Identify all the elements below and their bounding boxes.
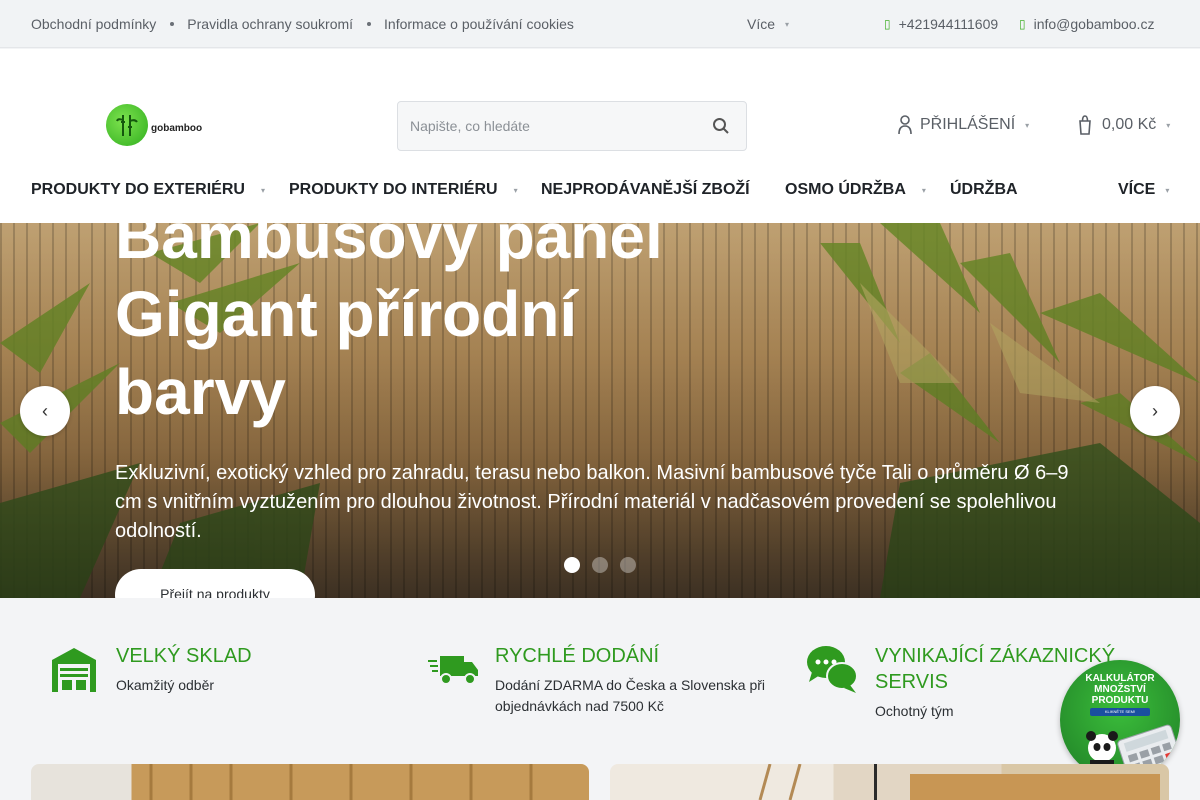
phone-link[interactable]: ▯ +421944111609 — [884, 0, 998, 48]
delivery-truck-icon — [428, 656, 478, 685]
phone-number: +421944111609 — [898, 16, 999, 32]
login-label: PŘIHLÁŠENÍ — [920, 116, 1016, 133]
nav-item-label: PRODUKTY DO EXTERIÉRU — [31, 181, 245, 198]
nav-item-label: PRODUKTY DO INTERIÉRU — [289, 181, 498, 198]
category-tile-image — [149, 764, 533, 800]
topbar-more-dropdown[interactable]: Více ▾ — [747, 0, 789, 48]
email-link[interactable]: ▯ info@gobamboo.cz — [1019, 0, 1154, 48]
nav-item-interior[interactable]: PRODUKTY DO INTERIÉRU ▾ — [289, 181, 518, 199]
topbar-more-label: Více — [747, 16, 776, 32]
slider-dot[interactable] — [620, 557, 636, 573]
feature-warehouse: VELKÝ SKLAD Okamžitý odběr — [116, 643, 396, 696]
nav-item-label: ÚDRŽBA — [950, 181, 1018, 198]
nav-item-more[interactable]: VÍCE ▾ — [1118, 181, 1169, 199]
cart-icon — [1079, 115, 1091, 135]
category-tile[interactable] — [610, 764, 1169, 800]
slider-dot[interactable] — [592, 557, 608, 573]
chevron-right-icon: › — [1152, 400, 1158, 421]
chevron-down-icon: ▾ — [260, 185, 265, 195]
cart-total: 0,00 Kč — [1102, 116, 1157, 133]
hero-description: Exkluzivní, exotický vzhled pro zahradu,… — [115, 462, 1069, 542]
feature-title: RYCHLÉ DODÁNÍ — [495, 645, 660, 667]
cart-button[interactable]: 0,00 Kč ▾ — [1078, 115, 1170, 135]
warehouse-icon — [52, 648, 96, 692]
separator-dot — [170, 22, 175, 26]
slider-prev-button[interactable]: ‹ — [20, 386, 70, 436]
slider-dot[interactable] — [564, 557, 580, 573]
hero-cta-button[interactable]: Přejít na produkty — [115, 569, 315, 598]
calculator-badge[interactable]: KALKULÁTOR MNOŽSTVÍ PRODUKTU KLIKNĚTE SE… — [1060, 660, 1180, 780]
bamboo-logo-icon — [106, 104, 148, 146]
badge-line: PRODUKTU — [1091, 695, 1149, 706]
badge-button: KLIKNĚTE SEM! — [1090, 708, 1150, 716]
badge-line: MNOŽSTVÍ — [1094, 684, 1146, 695]
chevron-down-icon: ▾ — [513, 185, 518, 195]
top-bar: Obchodní podmínky Pravidla ochrany soukr… — [0, 0, 1200, 48]
chevron-down-icon: ▾ — [1025, 120, 1030, 130]
chevron-down-icon: ▾ — [921, 185, 926, 195]
search-icon[interactable] — [712, 117, 730, 135]
hero-title: Bambusový panel Gigant přírodní barvy — [115, 223, 663, 428]
feature-subtitle: Dodání ZDARMA do Česka a Slovenska při o… — [495, 677, 766, 714]
feature-delivery: RYCHLÉ DODÁNÍ Dodání ZDARMA do Česka a S… — [495, 643, 785, 717]
terms-link[interactable]: Obchodní podmínky — [31, 16, 156, 32]
main-nav: PRODUKTY DO EXTERIÉRU ▾ PRODUKTY DO INTE… — [0, 177, 1200, 207]
nav-item-bestsellers[interactable]: NEJPRODÁVANĚJŠÍ ZBOŽÍ — [541, 181, 750, 199]
chevron-left-icon: ‹ — [42, 400, 48, 421]
badge-line: KALKULÁTOR — [1085, 673, 1155, 684]
badge-text: KALKULÁTOR MNOŽSTVÍ PRODUKTU — [1060, 673, 1180, 706]
slider-next-button[interactable]: › — [1130, 386, 1180, 436]
nav-item-exterior[interactable]: PRODUKTY DO EXTERIÉRU ▾ — [31, 181, 265, 199]
feature-subtitle: Okamžitý odběr — [116, 677, 215, 693]
envelope-icon: ▯ — [1019, 17, 1026, 31]
chevron-down-icon: ▾ — [1166, 120, 1171, 130]
phone-icon: ▯ — [884, 17, 891, 31]
features-section: VELKÝ SKLAD Okamžitý odběr RYCHLÉ DODÁNÍ… — [0, 598, 1200, 764]
feature-title: VELKÝ SKLAD — [116, 645, 252, 667]
top-links: Obchodní podmínky Pravidla ochrany soukr… — [31, 0, 574, 48]
chat-bubbles-icon — [807, 646, 858, 693]
slider-dots — [564, 557, 636, 573]
category-tiles — [0, 764, 1200, 800]
site-logo[interactable]: gobamboo — [106, 104, 202, 146]
chevron-down-icon: ▾ — [1165, 185, 1170, 195]
category-tile-image — [758, 764, 1160, 800]
category-tile[interactable] — [31, 764, 589, 800]
chevron-down-icon: ▾ — [785, 19, 790, 29]
nav-item-maintenance[interactable]: ÚDRŽBA — [950, 181, 1018, 199]
site-header: gobamboo PŘIHLÁŠENÍ ▾ 0,00 Kč ▾ PRODUKTY… — [0, 49, 1200, 223]
privacy-link[interactable]: Pravidla ochrany soukromí — [187, 16, 353, 32]
nav-item-label: NEJPRODÁVANĚJŠÍ ZBOŽÍ — [541, 181, 750, 198]
nav-item-osmo[interactable]: OSMO ÚDRŽBA ▾ — [785, 181, 926, 199]
email-address: info@gobamboo.cz — [1033, 16, 1155, 32]
logo-text: gobamboo — [151, 122, 203, 134]
search-input[interactable] — [398, 102, 698, 150]
cookies-link[interactable]: Informace o používání cookies — [384, 16, 574, 32]
login-button[interactable]: PŘIHLÁŠENÍ ▾ — [898, 115, 1029, 135]
separator-dot — [367, 22, 372, 26]
search-box — [397, 101, 747, 151]
user-icon — [898, 115, 912, 135]
hero-slider: Bambusový panel Gigant přírodní barvy Ex… — [0, 223, 1200, 598]
nav-item-label: OSMO ÚDRŽBA — [785, 181, 906, 198]
nav-item-label: VÍCE — [1118, 181, 1156, 198]
